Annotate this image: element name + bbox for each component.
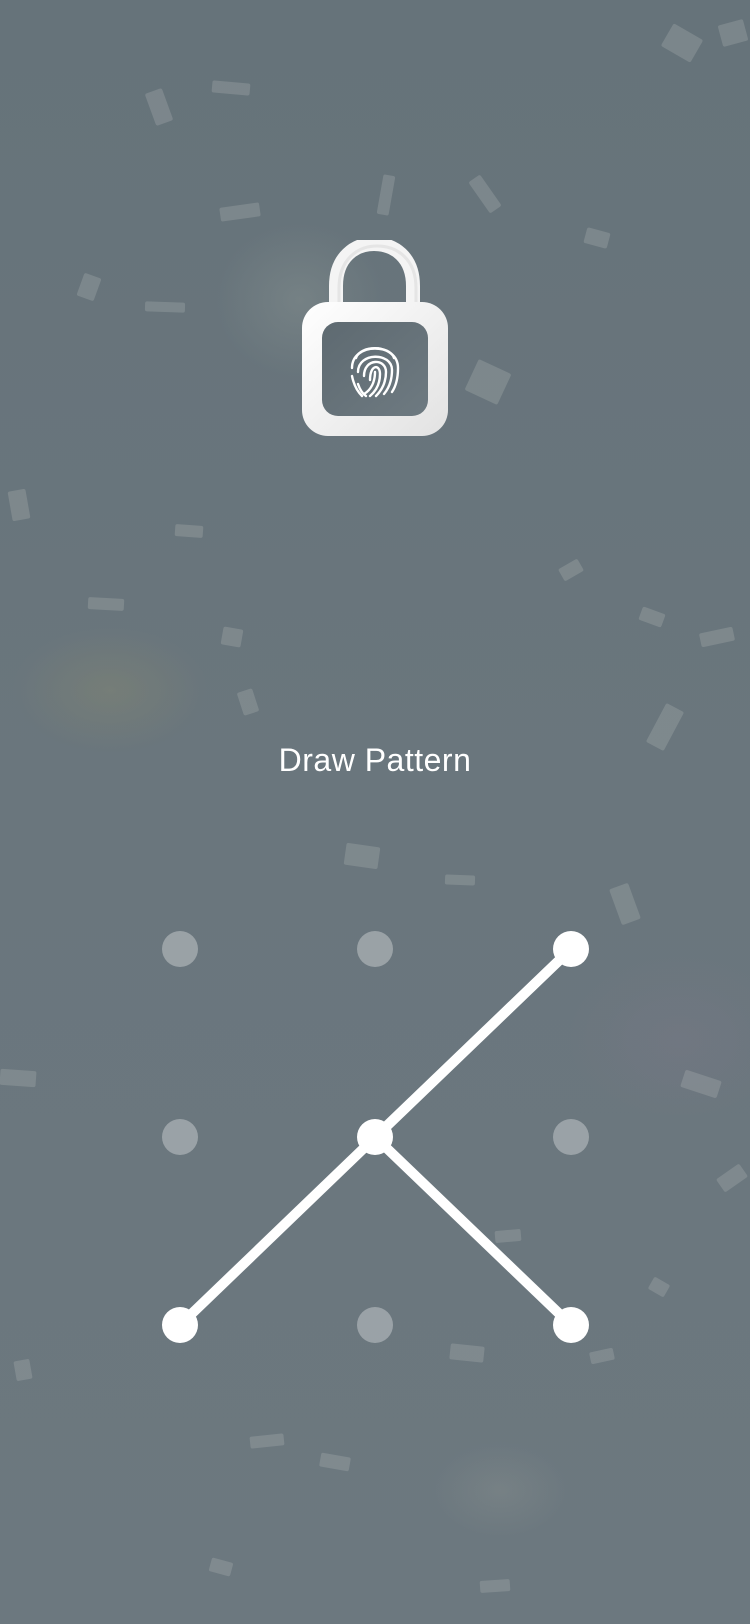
pattern-lock-grid[interactable] xyxy=(0,0,750,1624)
pattern-dot[interactable] xyxy=(553,1119,589,1155)
pattern-segment xyxy=(370,944,576,1142)
pattern-dot[interactable] xyxy=(357,1307,393,1343)
pattern-dot-selected[interactable] xyxy=(162,1307,198,1343)
pattern-dot-selected[interactable] xyxy=(553,931,589,967)
pattern-dot[interactable] xyxy=(162,1119,198,1155)
pattern-dot-selected[interactable] xyxy=(357,1119,393,1155)
pattern-segment xyxy=(370,1132,576,1330)
pattern-dot-selected[interactable] xyxy=(553,1307,589,1343)
pattern-dot[interactable] xyxy=(357,931,393,967)
pattern-dot[interactable] xyxy=(162,931,198,967)
